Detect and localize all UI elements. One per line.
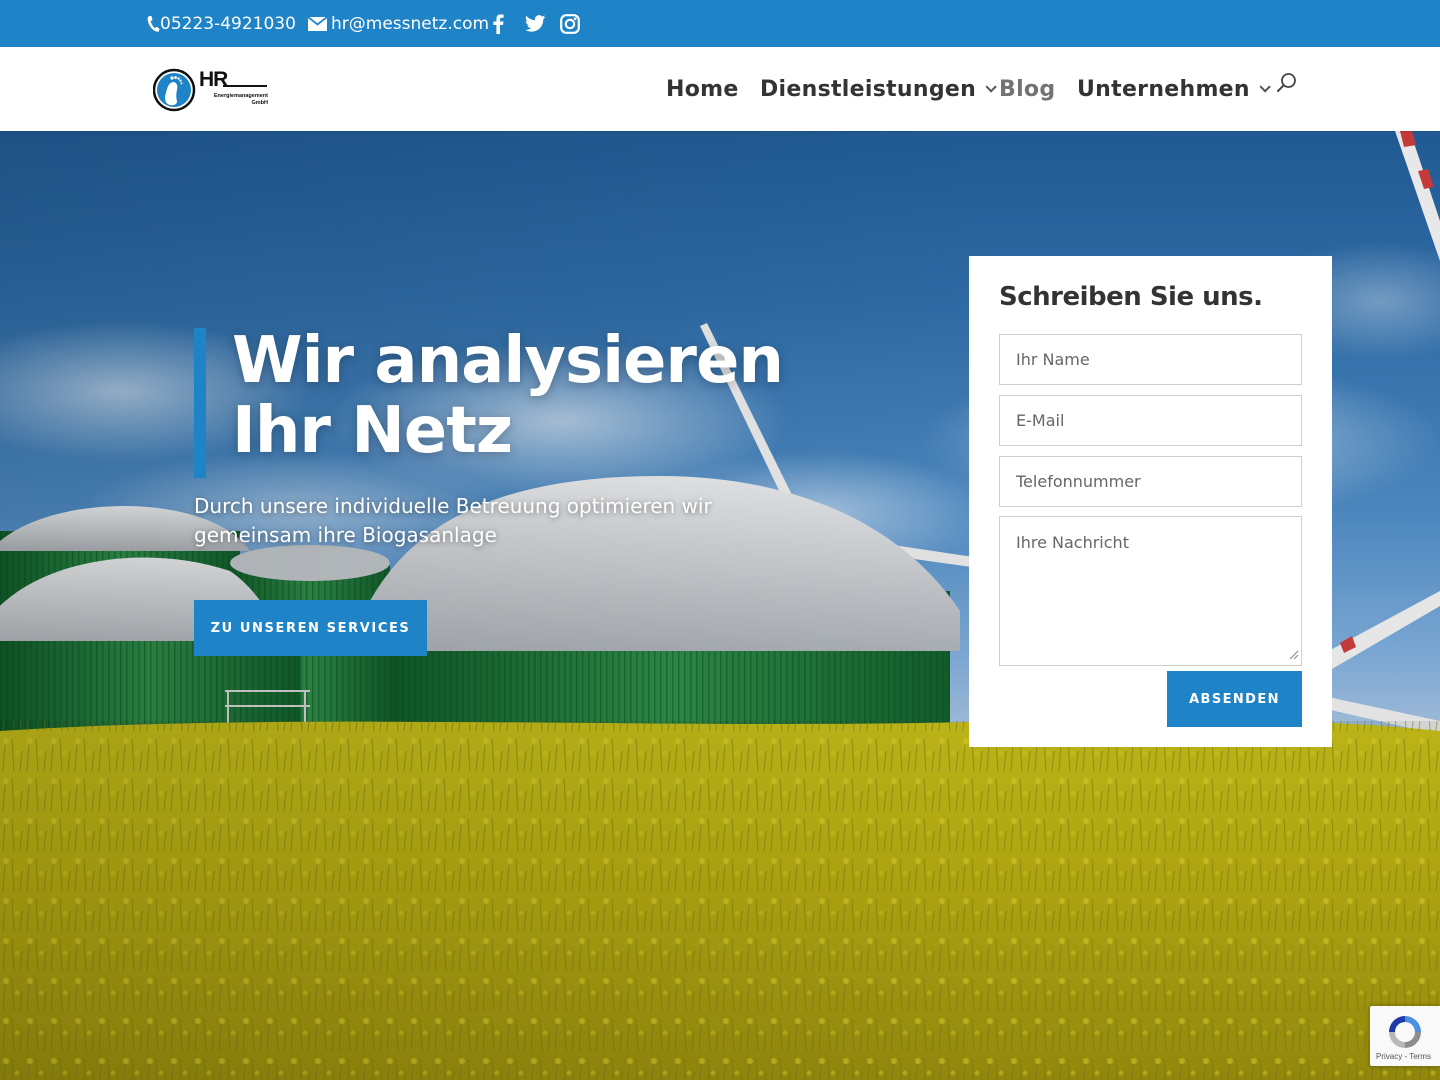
email-address: hr@messnetz.com xyxy=(331,13,490,34)
search-icon[interactable] xyxy=(1276,72,1298,94)
phone-icon xyxy=(147,15,160,32)
phone-field[interactable] xyxy=(999,456,1302,507)
phone-link[interactable]: 05223-4921030 xyxy=(146,0,296,47)
twitter-icon xyxy=(525,15,546,32)
submit-button[interactable]: ABSENDEN xyxy=(1167,671,1302,727)
email-link[interactable]: hr@messnetz.com xyxy=(308,0,489,47)
nav-blog-label: Blog xyxy=(999,76,1056,102)
hero-title-line2: Ihr Netz xyxy=(232,394,513,468)
twitter-link[interactable] xyxy=(525,0,546,47)
facebook-icon xyxy=(493,13,504,34)
top-bar: 05223-4921030 hr@messnetz.com xyxy=(0,0,1440,47)
email-field[interactable] xyxy=(999,395,1302,446)
recaptcha-icon xyxy=(1389,1016,1421,1048)
footprint-logo-icon xyxy=(153,68,196,112)
name-field[interactable] xyxy=(999,334,1302,385)
company-logo[interactable]: HR Energiemanagement GmbH xyxy=(153,67,269,113)
recaptcha-links[interactable]: Privacy - Terms xyxy=(1376,1052,1431,1061)
instagram-link[interactable] xyxy=(560,0,580,47)
nav-home[interactable]: Home xyxy=(666,47,739,131)
contact-form: Schreiben Sie uns. ABSENDEN xyxy=(969,256,1332,747)
logo-subtitle: Energiemanagement GmbH xyxy=(200,93,268,107)
nav-unternehmen[interactable]: Unternehmen xyxy=(1077,47,1271,131)
hero-title-line1: Wir analysieren xyxy=(232,324,784,398)
nav-blog[interactable]: Blog xyxy=(999,47,1055,131)
contact-form-title: Schreiben Sie uns. xyxy=(999,282,1263,312)
logo-subtitle-line2: GmbH xyxy=(251,100,269,106)
logo-subtitle-line1: Energiemanagement xyxy=(213,93,268,99)
nav-dienstleistungen-label: Dienstleistungen xyxy=(760,76,977,102)
services-cta-button[interactable]: ZU UNSEREN SERVICES xyxy=(194,600,427,656)
resize-handle-icon[interactable] xyxy=(1287,648,1299,660)
instagram-icon xyxy=(560,13,580,34)
facebook-link[interactable] xyxy=(492,0,504,47)
nav-home-label: Home xyxy=(666,76,739,102)
hero-title: Wir analysieren Ihr Netz xyxy=(232,326,852,466)
hero-subtitle: Durch unsere individuelle Betreuung opti… xyxy=(194,494,712,547)
envelope-icon xyxy=(308,16,327,31)
nav-dienstleistungen[interactable]: Dienstleistungen xyxy=(760,47,997,131)
message-field[interactable] xyxy=(999,516,1302,666)
hero-accent-bar xyxy=(194,328,206,478)
recaptcha-badge[interactable]: Privacy - Terms xyxy=(1370,1006,1440,1066)
nav-unternehmen-label: Unternehmen xyxy=(1077,76,1250,102)
logo-rule xyxy=(223,85,267,87)
phone-number: 05223-4921030 xyxy=(160,13,296,34)
